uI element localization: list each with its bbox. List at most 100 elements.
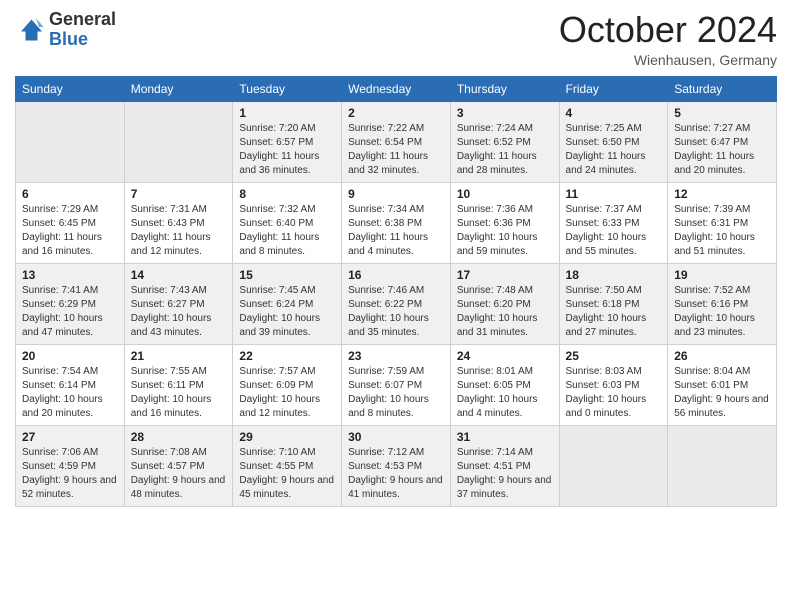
day-info: Sunrise: 7:37 AM Sunset: 6:33 PM Dayligh… bbox=[566, 203, 662, 259]
day-cell: 11 Sunrise: 7:37 AM Sunset: 6:33 PM Dayli… bbox=[559, 182, 668, 263]
day-cell: 21Sunrise: 7:55 AM Sunset: 6:11 PM Dayli… bbox=[124, 344, 233, 425]
day-number: 28 bbox=[131, 430, 227, 444]
day-number: 4 bbox=[566, 106, 662, 120]
day-cell: 24 Sunrise: 8:01 AM Sunset: 6:05 PM Dayli… bbox=[450, 344, 559, 425]
day-number: 26 bbox=[674, 349, 770, 363]
day-cell bbox=[16, 101, 125, 182]
weekday-tuesday: Tuesday bbox=[233, 76, 342, 101]
day-info: Sunrise: 7:27 AM Sunset: 6:47 PM Dayligh… bbox=[674, 122, 770, 178]
day-info: Sunrise: 7:06 AM Sunset: 4:59 PM Dayligh… bbox=[22, 446, 118, 502]
day-cell: 6 Sunrise: 7:29 AM Sunset: 6:45 PM Daylig… bbox=[16, 182, 125, 263]
weekday-saturday: Saturday bbox=[668, 76, 777, 101]
day-cell: 9 Sunrise: 7:34 AM Sunset: 6:38 PM Daylig… bbox=[342, 182, 451, 263]
day-cell: 10 Sunrise: 7:36 AM Sunset: 6:36 PM Dayli… bbox=[450, 182, 559, 263]
day-info: Sunrise: 7:34 AM Sunset: 6:38 PM Dayligh… bbox=[348, 203, 444, 259]
day-number: 12 bbox=[674, 187, 770, 201]
week-row-4: 27 Sunrise: 7:06 AM Sunset: 4:59 PM Dayli… bbox=[16, 425, 777, 506]
day-info: Sunrise: 7:10 AM Sunset: 4:55 PM Dayligh… bbox=[239, 446, 335, 502]
logo-general: General bbox=[49, 10, 116, 30]
day-number: 10 bbox=[457, 187, 553, 201]
day-info: Sunrise: 7:12 AM Sunset: 4:53 PM Dayligh… bbox=[348, 446, 444, 502]
day-cell: 19Sunrise: 7:52 AM Sunset: 6:16 PM Dayli… bbox=[668, 263, 777, 344]
day-number: 13 bbox=[22, 268, 118, 282]
day-cell: 26 Sunrise: 8:04 AM Sunset: 6:01 PM Dayli… bbox=[668, 344, 777, 425]
day-number: 16 bbox=[348, 268, 444, 282]
week-row-2: 13 Sunrise: 7:41 AM Sunset: 6:29 PM Dayli… bbox=[16, 263, 777, 344]
day-cell: 7 Sunrise: 7:31 AM Sunset: 6:43 PM Daylig… bbox=[124, 182, 233, 263]
day-number: 25 bbox=[566, 349, 662, 363]
week-row-1: 6 Sunrise: 7:29 AM Sunset: 6:45 PM Daylig… bbox=[16, 182, 777, 263]
day-number: 17 bbox=[457, 268, 553, 282]
day-info: Sunrise: 7:46 AM Sunset: 6:22 PM Dayligh… bbox=[348, 284, 444, 340]
day-info: Sunrise: 7:54 AM Sunset: 6:14 PM Dayligh… bbox=[22, 365, 118, 421]
weekday-friday: Friday bbox=[559, 76, 668, 101]
day-number: 14 bbox=[131, 268, 227, 282]
day-info: Sunrise: 7:43 AM Sunset: 6:27 PM Dayligh… bbox=[131, 284, 227, 340]
day-cell bbox=[124, 101, 233, 182]
day-info: Sunrise: 7:36 AM Sunset: 6:36 PM Dayligh… bbox=[457, 203, 553, 259]
logo: General Blue bbox=[15, 10, 116, 50]
day-info: Sunrise: 7:55 AM Sunset: 6:11 PM Dayligh… bbox=[131, 365, 227, 421]
weekday-wednesday: Wednesday bbox=[342, 76, 451, 101]
day-number: 7 bbox=[131, 187, 227, 201]
day-number: 30 bbox=[348, 430, 444, 444]
weekday-monday: Monday bbox=[124, 76, 233, 101]
day-info: Sunrise: 7:41 AM Sunset: 6:29 PM Dayligh… bbox=[22, 284, 118, 340]
week-row-3: 20 Sunrise: 7:54 AM Sunset: 6:14 PM Dayli… bbox=[16, 344, 777, 425]
week-row-0: 1Sunrise: 7:20 AM Sunset: 6:57 PM Daylig… bbox=[16, 101, 777, 182]
month-title: October 2024 bbox=[559, 10, 777, 50]
day-cell: 1Sunrise: 7:20 AM Sunset: 6:57 PM Daylig… bbox=[233, 101, 342, 182]
weekday-thursday: Thursday bbox=[450, 76, 559, 101]
day-cell: 15 Sunrise: 7:45 AM Sunset: 6:24 PM Dayli… bbox=[233, 263, 342, 344]
day-cell: 20 Sunrise: 7:54 AM Sunset: 6:14 PM Dayli… bbox=[16, 344, 125, 425]
day-info: Sunrise: 7:24 AM Sunset: 6:52 PM Dayligh… bbox=[457, 122, 553, 178]
day-info: Sunrise: 7:31 AM Sunset: 6:43 PM Dayligh… bbox=[131, 203, 227, 259]
day-number: 24 bbox=[457, 349, 553, 363]
day-cell: 22 Sunrise: 7:57 AM Sunset: 6:09 PM Dayli… bbox=[233, 344, 342, 425]
day-number: 15 bbox=[239, 268, 335, 282]
day-info: Sunrise: 7:50 AM Sunset: 6:18 PM Dayligh… bbox=[566, 284, 662, 340]
day-cell: 8 Sunrise: 7:32 AM Sunset: 6:40 PM Daylig… bbox=[233, 182, 342, 263]
day-cell: 2Sunrise: 7:22 AM Sunset: 6:54 PM Daylig… bbox=[342, 101, 451, 182]
day-cell bbox=[559, 425, 668, 506]
day-cell: 23Sunrise: 7:59 AM Sunset: 6:07 PM Dayli… bbox=[342, 344, 451, 425]
day-cell: 31Sunrise: 7:14 AM Sunset: 4:51 PM Dayli… bbox=[450, 425, 559, 506]
day-number: 6 bbox=[22, 187, 118, 201]
page: General Blue October 2024 Wienhausen, Ge… bbox=[0, 0, 792, 612]
day-cell: 30 Sunrise: 7:12 AM Sunset: 4:53 PM Dayli… bbox=[342, 425, 451, 506]
day-info: Sunrise: 7:32 AM Sunset: 6:40 PM Dayligh… bbox=[239, 203, 335, 259]
day-cell: 5 Sunrise: 7:27 AM Sunset: 6:47 PM Daylig… bbox=[668, 101, 777, 182]
day-info: Sunrise: 7:57 AM Sunset: 6:09 PM Dayligh… bbox=[239, 365, 335, 421]
day-cell: 12 Sunrise: 7:39 AM Sunset: 6:31 PM Dayli… bbox=[668, 182, 777, 263]
day-cell: 3Sunrise: 7:24 AM Sunset: 6:52 PM Daylig… bbox=[450, 101, 559, 182]
day-info: Sunrise: 7:45 AM Sunset: 6:24 PM Dayligh… bbox=[239, 284, 335, 340]
day-info: Sunrise: 7:22 AM Sunset: 6:54 PM Dayligh… bbox=[348, 122, 444, 178]
day-number: 5 bbox=[674, 106, 770, 120]
day-info: Sunrise: 7:39 AM Sunset: 6:31 PM Dayligh… bbox=[674, 203, 770, 259]
day-info: Sunrise: 7:59 AM Sunset: 6:07 PM Dayligh… bbox=[348, 365, 444, 421]
day-cell: 28Sunrise: 7:08 AM Sunset: 4:57 PM Dayli… bbox=[124, 425, 233, 506]
day-number: 18 bbox=[566, 268, 662, 282]
day-number: 1 bbox=[239, 106, 335, 120]
day-cell: 27 Sunrise: 7:06 AM Sunset: 4:59 PM Dayli… bbox=[16, 425, 125, 506]
day-number: 11 bbox=[566, 187, 662, 201]
day-number: 8 bbox=[239, 187, 335, 201]
day-number: 22 bbox=[239, 349, 335, 363]
day-info: Sunrise: 8:04 AM Sunset: 6:01 PM Dayligh… bbox=[674, 365, 770, 421]
day-cell: 18 Sunrise: 7:50 AM Sunset: 6:18 PM Dayli… bbox=[559, 263, 668, 344]
day-info: Sunrise: 7:14 AM Sunset: 4:51 PM Dayligh… bbox=[457, 446, 553, 502]
day-number: 20 bbox=[22, 349, 118, 363]
day-info: Sunrise: 7:52 AM Sunset: 6:16 PM Dayligh… bbox=[674, 284, 770, 340]
logo-text: General Blue bbox=[49, 10, 116, 50]
day-info: Sunrise: 7:48 AM Sunset: 6:20 PM Dayligh… bbox=[457, 284, 553, 340]
logo-icon bbox=[15, 15, 45, 45]
weekday-sunday: Sunday bbox=[16, 76, 125, 101]
day-cell: 17 Sunrise: 7:48 AM Sunset: 6:20 PM Dayli… bbox=[450, 263, 559, 344]
day-info: Sunrise: 7:29 AM Sunset: 6:45 PM Dayligh… bbox=[22, 203, 118, 259]
logo-blue: Blue bbox=[49, 30, 116, 50]
day-cell: 16 Sunrise: 7:46 AM Sunset: 6:22 PM Dayli… bbox=[342, 263, 451, 344]
day-number: 27 bbox=[22, 430, 118, 444]
title-block: October 2024 Wienhausen, Germany bbox=[559, 10, 777, 68]
day-number: 9 bbox=[348, 187, 444, 201]
day-info: Sunrise: 8:01 AM Sunset: 6:05 PM Dayligh… bbox=[457, 365, 553, 421]
